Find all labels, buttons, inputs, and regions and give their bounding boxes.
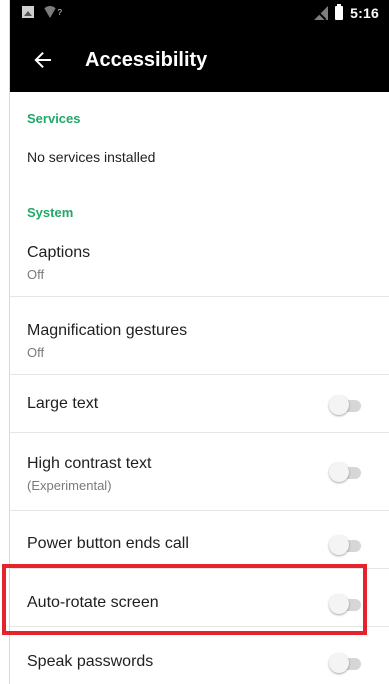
switch-thumb	[329, 462, 349, 482]
arrow-back-icon[interactable]	[23, 40, 63, 80]
pref-title: High contrast text	[27, 455, 152, 472]
section-header-system: System	[27, 205, 74, 220]
battery-icon	[335, 4, 344, 20]
pref-power-button-ends-call[interactable]: Power button ends call	[10, 511, 389, 569]
pref-title: Auto-rotate screen	[27, 594, 159, 611]
pref-title: Large text	[27, 395, 99, 412]
high-contrast-text-toggle[interactable]	[329, 462, 365, 482]
page-title: Accessibility	[85, 48, 208, 71]
no-signal-icon	[314, 6, 329, 20]
app-toolbar: Accessibility	[10, 28, 389, 92]
pref-auto-rotate-screen[interactable]: Auto-rotate screen	[10, 569, 389, 627]
screen: ? 5:16 Accessibility Services No service…	[0, 0, 389, 684]
switch-thumb	[329, 535, 349, 555]
pref-magnification-gestures[interactable]: Magnification gestures Off	[10, 297, 389, 375]
pref-title: Power button ends call	[27, 535, 189, 552]
power-button-ends-call-toggle[interactable]	[329, 535, 365, 555]
speak-passwords-toggle[interactable]	[329, 653, 365, 673]
pref-title: Magnification gestures	[27, 322, 188, 339]
wifi-unknown-icon: ?	[43, 6, 62, 18]
status-right-icons: 5:16	[314, 4, 379, 21]
pref-summary: Off	[27, 267, 45, 282]
large-text-toggle[interactable]	[329, 395, 365, 415]
auto-rotate-screen-toggle[interactable]	[329, 594, 365, 614]
window-edge	[0, 0, 10, 684]
pref-summary: Off	[27, 345, 45, 360]
section-header-services: Services	[27, 111, 81, 126]
status-clock: 5:16	[350, 5, 379, 21]
pref-large-text[interactable]: Large text	[10, 375, 389, 433]
no-services-text: No services installed	[27, 149, 156, 165]
switch-thumb	[329, 653, 349, 673]
pref-summary: (Experimental)	[27, 478, 112, 493]
switch-thumb	[329, 594, 349, 614]
image-notification-icon	[22, 6, 34, 18]
pref-high-contrast-text[interactable]: High contrast text (Experimental)	[10, 433, 389, 511]
pref-title: Captions	[27, 244, 91, 261]
pref-speak-passwords[interactable]: Speak passwords	[10, 627, 389, 684]
pref-captions[interactable]: Captions Off	[10, 224, 389, 297]
wifi-badge: ?	[57, 8, 62, 17]
status-left-icons: ?	[22, 6, 62, 18]
switch-thumb	[329, 395, 349, 415]
status-bar: ? 5:16	[10, 0, 389, 28]
pref-title: Speak passwords	[27, 653, 154, 670]
